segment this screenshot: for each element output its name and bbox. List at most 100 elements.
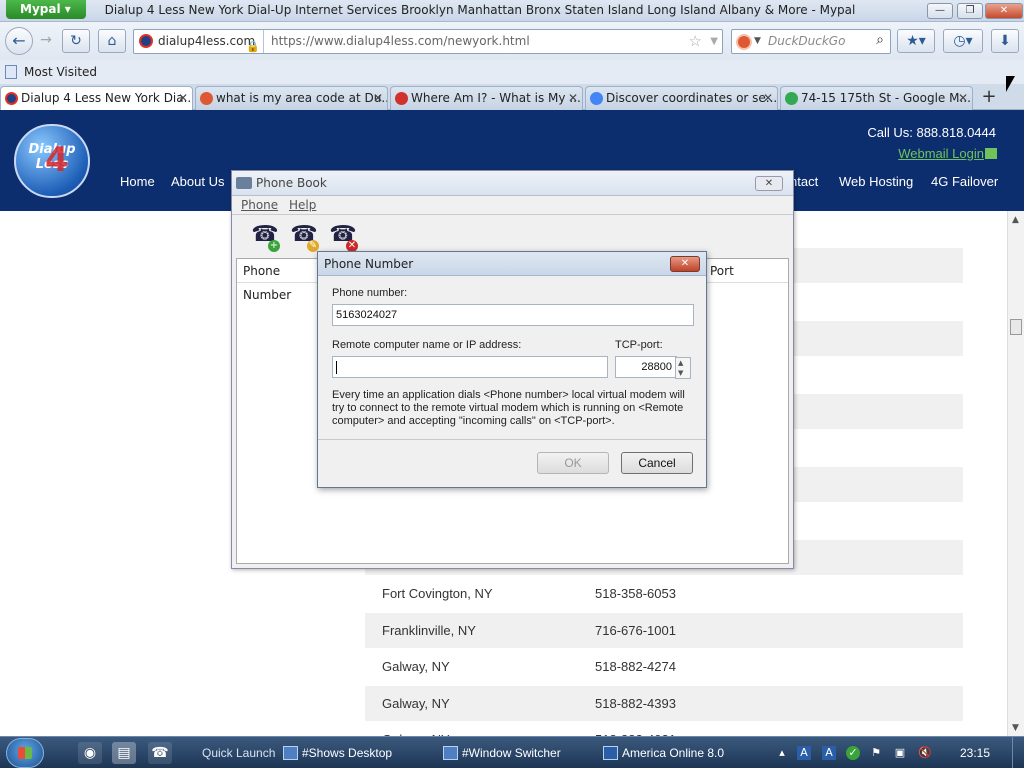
- phone-cell: 518-882-4274: [595, 659, 676, 674]
- raccoon-app-icon[interactable]: ◉: [78, 742, 102, 764]
- taskbar-america-online[interactable]: America Online 8.0: [600, 741, 750, 765]
- taskbar-app-label: #Shows Desktop: [302, 746, 393, 760]
- history-icon[interactable]: ◷▾: [943, 29, 983, 53]
- reload-icon[interactable]: ↻: [62, 29, 90, 53]
- close-window-button[interactable]: ✕: [985, 3, 1023, 19]
- bookmarks-menu-icon[interactable]: ★▾: [897, 29, 935, 53]
- column-phone-number[interactable]: Phone Number: [237, 259, 327, 302]
- bookmark-star-icon[interactable]: ☆: [689, 32, 702, 50]
- tab-where-am-i[interactable]: Where Am I? - What is My ... ✕: [390, 86, 583, 110]
- mypal-menu-button[interactable]: Mypal ▾: [6, 0, 86, 19]
- tray-a-icon[interactable]: A: [797, 746, 811, 760]
- city-cell: Galway, NY: [382, 695, 450, 711]
- volume-icon[interactable]: 🔇: [918, 746, 932, 760]
- close-tab-icon[interactable]: ✕: [373, 87, 383, 109]
- url-bar[interactable]: dialup4less.com 🔒 https://www.dialup4les…: [133, 29, 723, 54]
- home-icon[interactable]: ⌂: [98, 29, 126, 53]
- tab-label: Dialup 4 Less New York Dia...: [21, 91, 192, 105]
- flag-icon[interactable]: ⚑: [869, 746, 883, 760]
- tab-label: Discover coordinates or se...: [606, 91, 777, 105]
- show-desktop-button[interactable]: [1012, 737, 1024, 768]
- column-port[interactable]: Port: [703, 259, 788, 283]
- close-tab-icon[interactable]: ✕: [568, 87, 578, 109]
- close-icon[interactable]: ✕: [670, 256, 700, 272]
- nav-about-us[interactable]: About Us: [171, 174, 224, 189]
- downloads-icon[interactable]: ⬇: [991, 29, 1019, 53]
- aol-icon: [603, 746, 618, 760]
- tab-google-maps[interactable]: 74-15 175th St - Google M... ✕: [780, 86, 973, 110]
- close-tab-icon[interactable]: ✕: [763, 87, 773, 109]
- forward-icon[interactable]: →: [32, 29, 60, 53]
- taskbar-app-label: #Window Switcher: [462, 746, 561, 760]
- network-icon[interactable]: ▣: [893, 746, 907, 760]
- delete-phone-button[interactable]: ☎ ✕: [328, 220, 358, 252]
- search-placeholder: DuckDuckGo: [768, 34, 846, 48]
- security-shield-icon[interactable]: ✓: [846, 746, 860, 760]
- phone-book-title-bar: Phone Book ✕: [232, 171, 793, 196]
- dialog-title-bar: Phone Number ✕: [318, 252, 706, 276]
- folder-icon[interactable]: ▤: [112, 742, 136, 764]
- phone-book-title: Phone Book: [256, 176, 327, 190]
- duckduckgo-icon[interactable]: [736, 34, 752, 50]
- search-engine-dropdown-icon[interactable]: ▼: [754, 36, 761, 46]
- spin-down-icon[interactable]: ▼: [678, 369, 683, 377]
- dialup4less-logo[interactable]: Dialup Less 4: [14, 124, 90, 198]
- webmail-login-link[interactable]: Webmail Login: [898, 146, 984, 161]
- ok-button[interactable]: OK: [537, 452, 609, 474]
- search-bar[interactable]: ▼ DuckDuckGo ⌕: [731, 29, 891, 54]
- quick-launch-label[interactable]: Quick Launch: [202, 746, 275, 760]
- tab-area-code[interactable]: what is my area code at Du... ✕: [195, 86, 388, 110]
- nav-home[interactable]: Home: [120, 174, 155, 189]
- nav-web-hosting[interactable]: Web Hosting: [839, 174, 913, 189]
- lock-icon: [985, 148, 997, 159]
- show-hidden-icons[interactable]: ▴: [775, 746, 789, 760]
- page-scrollbar[interactable]: ▲ ▼: [1007, 211, 1024, 736]
- url-dropdown-icon[interactable]: ▼: [710, 36, 718, 47]
- spin-up-icon[interactable]: ▲: [678, 359, 683, 367]
- close-tab-icon[interactable]: ✕: [178, 87, 188, 109]
- scroll-up-icon[interactable]: ▲: [1012, 215, 1019, 225]
- tcp-port-field[interactable]: 28800: [615, 356, 677, 378]
- cancel-button[interactable]: Cancel: [621, 452, 693, 474]
- add-phone-button[interactable]: ☎ +: [250, 220, 280, 252]
- site-identity-label: dialup4less.com: [158, 34, 256, 48]
- desktop-icon: [283, 746, 298, 760]
- clock: 23:15: [960, 746, 991, 760]
- edit-phone-button[interactable]: ☎ ✎: [289, 220, 319, 252]
- tray-aol-icon[interactable]: A: [822, 746, 836, 760]
- scrollbar-thumb[interactable]: [1010, 319, 1022, 335]
- remote-computer-field[interactable]: [332, 356, 608, 378]
- phone-cell: 716-676-1001: [595, 622, 676, 638]
- taskbar-shows-desktop[interactable]: #Shows Desktop: [280, 741, 430, 765]
- site-identity[interactable]: dialup4less.com 🔒: [134, 30, 264, 53]
- call-us-text: Call Us: 888.818.0444: [867, 125, 996, 140]
- table-row: Fort Covington, NY 518-358-6053: [365, 576, 963, 612]
- start-button[interactable]: [6, 738, 44, 768]
- back-icon[interactable]: ←: [5, 27, 33, 55]
- scroll-down-icon[interactable]: ▼: [1012, 723, 1019, 733]
- tab-dialup4less[interactable]: Dialup 4 Less New York Dia... ✕: [0, 86, 193, 111]
- new-tab-icon[interactable]: +: [976, 86, 1002, 110]
- menu-help[interactable]: Help: [289, 198, 316, 212]
- taskbar: ◉ ▤ ☎ Quick Launch #Shows Desktop #Windo…: [0, 736, 1024, 768]
- phone-book-app-icon: [236, 177, 252, 189]
- nav-4g-failover[interactable]: 4G Failover: [931, 174, 998, 189]
- menu-phone[interactable]: Phone: [241, 198, 278, 212]
- most-visited-bookmark[interactable]: Most Visited: [24, 65, 97, 79]
- close-icon[interactable]: ✕: [755, 176, 783, 191]
- bookmark-folder-icon: [5, 65, 17, 79]
- close-tab-icon[interactable]: ✕: [958, 87, 968, 109]
- tab-label: what is my area code at Du...: [216, 91, 387, 105]
- minimize-button[interactable]: —: [927, 3, 953, 19]
- maximize-button[interactable]: ❐: [957, 3, 983, 19]
- phone-book-taskbar-icon[interactable]: ☎: [148, 742, 172, 764]
- lock-icon: 🔒: [246, 40, 260, 53]
- tab-coordinates[interactable]: Discover coordinates or se... ✕: [585, 86, 778, 110]
- search-icon[interactable]: ⌕: [876, 32, 884, 48]
- nav-contact[interactable]: ntact: [790, 174, 818, 189]
- taskbar-window-switcher[interactable]: #Window Switcher: [440, 741, 590, 765]
- phone-number-field[interactable]: 5163024027: [332, 304, 694, 326]
- dialog-info-text: Every time an application dials <Phone n…: [332, 389, 685, 427]
- plus-icon: +: [268, 240, 280, 252]
- tcp-port-spinner[interactable]: ▲ ▼: [675, 357, 691, 379]
